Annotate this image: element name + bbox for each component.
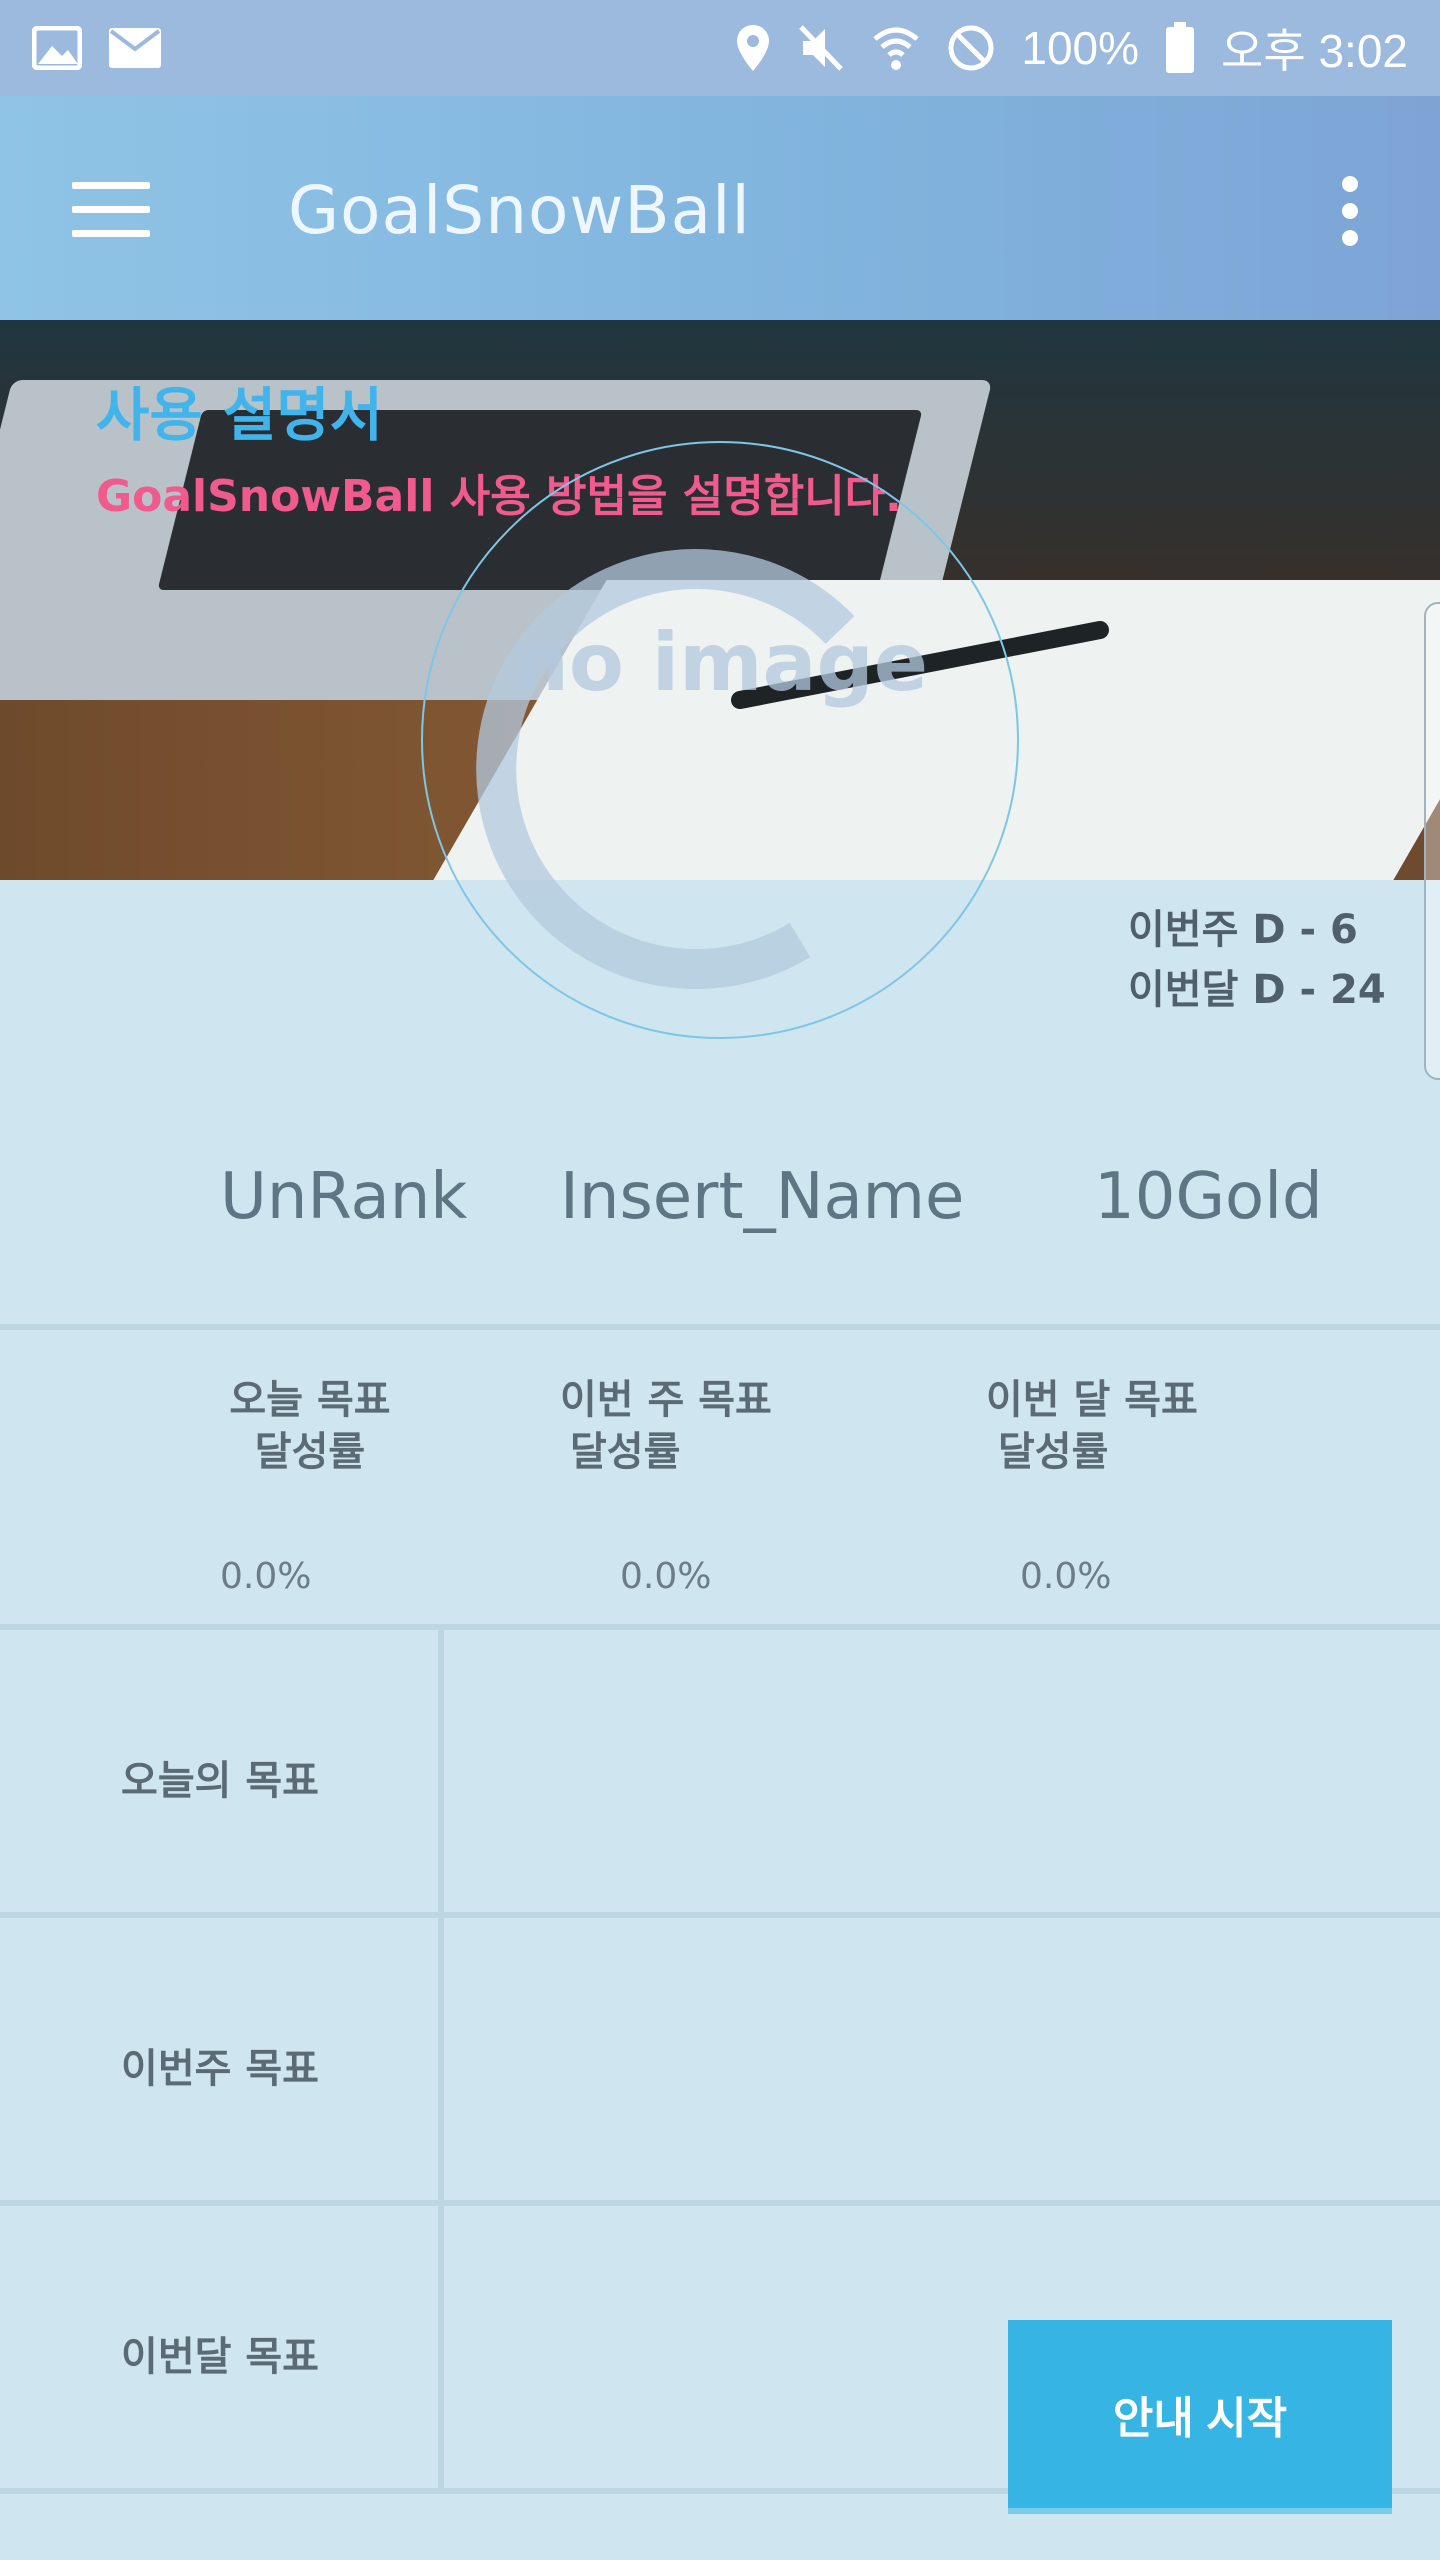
- banner-title: 사용 설명서: [96, 381, 383, 449]
- goal-cell-week[interactable]: [444, 1918, 1440, 2202]
- start-guide-button[interactable]: 안내 시작: [1008, 2320, 1392, 2508]
- rate-label-line1: 오늘 목표: [229, 1377, 391, 1423]
- location-icon: [735, 23, 771, 73]
- dday-week: 이번주 D - 6: [1128, 907, 1358, 953]
- status-right: 100% 오후 3:02: [735, 15, 1408, 81]
- goal-label-month: 이번달 목표: [121, 2334, 319, 2380]
- dday-month: 이번달 D - 24: [1128, 967, 1386, 1013]
- dday-info: 이번주 D - 6 이번달 D - 24: [1128, 900, 1386, 1020]
- app-bar: GoalSnowBall: [0, 96, 1440, 320]
- status-left: [32, 26, 162, 70]
- mail-icon: [108, 27, 162, 69]
- edge-panel-handle[interactable]: [1424, 602, 1440, 1080]
- goal-label-today: 오늘의 목표: [121, 1758, 319, 1804]
- rate-label-line2: 달성률: [998, 1429, 1109, 1475]
- rate-value-week: 0.0%: [620, 1556, 712, 1597]
- rate-label-line2: 달성률: [570, 1429, 681, 1475]
- status-bar: 100% 오후 3:02: [0, 0, 1440, 96]
- clock: 오후 3:02: [1221, 25, 1408, 77]
- battery-percent: 100%: [1021, 22, 1140, 74]
- rate-label-month: 이번 달 목표 달성률: [986, 1374, 1226, 1478]
- profile-name: Insert_Name: [560, 1160, 965, 1234]
- profile-gold: 10Gold: [1094, 1160, 1323, 1234]
- no-image-text: no image: [512, 616, 928, 709]
- hamburger-menu-icon[interactable]: [72, 182, 150, 238]
- mute-icon: [797, 23, 845, 73]
- rate-label-line2: 달성률: [254, 1429, 366, 1475]
- app-title: GoalSnowBall: [288, 172, 751, 249]
- wifi-icon: [871, 23, 921, 73]
- more-vert-icon[interactable]: [1336, 176, 1366, 246]
- profile-rank: UnRank: [220, 1160, 468, 1234]
- rate-label-week: 이번 주 목표 달성률: [560, 1374, 800, 1478]
- block-icon: [947, 24, 995, 72]
- goal-label-week: 이번주 목표: [121, 2046, 319, 2092]
- rate-label-line1: 이번 주 목표: [560, 1377, 772, 1423]
- no-image-placeholder-icon: no image: [421, 441, 1019, 1039]
- battery-icon: [1165, 22, 1195, 74]
- gallery-icon: [32, 26, 82, 70]
- rate-value-month: 0.0%: [1020, 1556, 1112, 1597]
- goal-cell-today[interactable]: [444, 1630, 1440, 1914]
- rate-value-today: 0.0%: [220, 1556, 312, 1597]
- divider: [0, 1324, 1440, 1330]
- rate-label-today: 오늘 목표 달성률: [200, 1374, 420, 1478]
- rate-label-line1: 이번 달 목표: [986, 1377, 1198, 1423]
